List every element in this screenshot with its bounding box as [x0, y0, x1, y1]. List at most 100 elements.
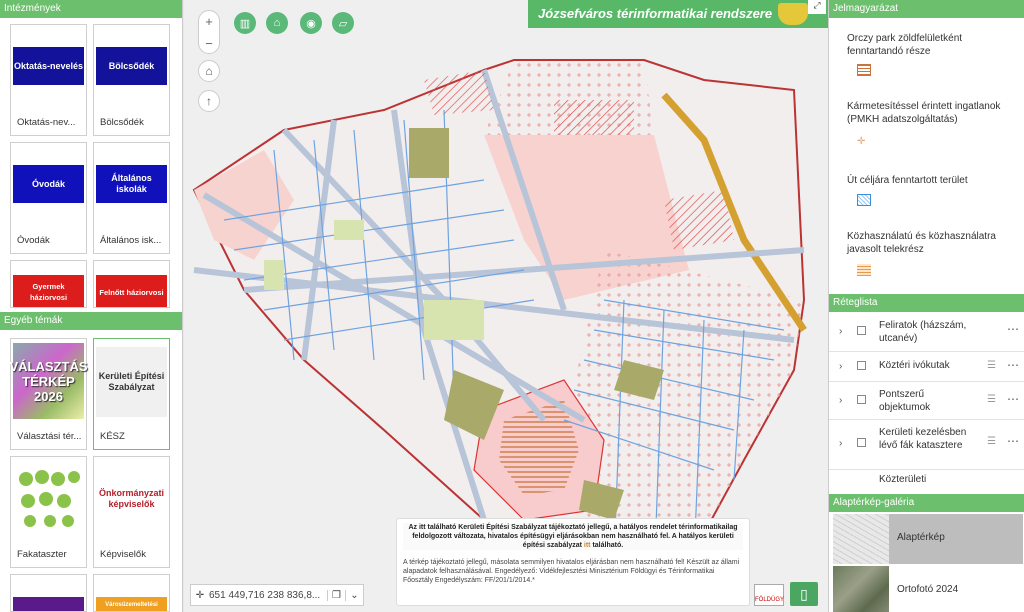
- map-zone: [664, 190, 734, 250]
- tile-purple[interactable]: [10, 574, 87, 612]
- tile-thumb: Általános iskolák: [96, 165, 167, 203]
- tile-valasztasi-terkep[interactable]: VÁLASZTÁS TÉRKÉP 2026 Választási tér...: [10, 338, 88, 450]
- home-tool-button[interactable]: ⌂: [266, 12, 288, 34]
- layer-label: Feliratok (házszám, utcanév): [879, 320, 967, 344]
- tile-altalanos-iskolak[interactable]: Általános iskolák Általános isk...: [93, 142, 170, 254]
- layer-row[interactable]: Közterületi: [829, 470, 1024, 490]
- tile-thumb: Bölcsődék: [96, 47, 167, 85]
- legend-symbol: [857, 264, 871, 276]
- more-options-icon[interactable]: ⋯: [1007, 322, 1019, 336]
- tile-thumb: Felnőtt háziorvosi: [96, 275, 167, 307]
- tile-bolcsodek[interactable]: Bölcsődék Bölcsődék: [93, 24, 170, 136]
- chevron-down-icon[interactable]: ⌄: [345, 589, 363, 601]
- tile-caption: Fakataszter: [17, 549, 67, 560]
- tile-oktatas[interactable]: Oktatás-nevelés Oktatás-nev...: [10, 24, 87, 136]
- other-topics-header: Egyéb témák: [0, 312, 182, 330]
- more-options-icon[interactable]: ⋯: [1007, 358, 1019, 372]
- disclaimer-text: A térkép tájékoztató jellegű, másolata s…: [403, 559, 740, 584]
- tile-fakataszter[interactable]: Fakataszter: [10, 456, 87, 568]
- copy-icon[interactable]: ❐: [327, 589, 345, 601]
- legend-symbol: [857, 194, 871, 206]
- legend-symbol: ✛: [857, 136, 866, 147]
- legend-list-icon[interactable]: ☰: [987, 394, 996, 405]
- legend-item-label: Közhasználatú és közhasználatra javasolt…: [847, 231, 996, 255]
- layer-checkbox[interactable]: [857, 438, 866, 447]
- basemap-item[interactable]: Ortofotó 2024: [833, 566, 1023, 612]
- chevron-right-icon[interactable]: ›: [839, 326, 842, 337]
- layer-label: Köztéri ivókutak: [879, 360, 950, 371]
- zoom-in-button[interactable]: +: [199, 11, 219, 33]
- app-root: Intézmények Oktatás-nevelés Oktatás-nev.…: [0, 0, 1024, 612]
- expand-button[interactable]: ⤢: [808, 0, 826, 14]
- tile-caption: Képviselők: [100, 549, 146, 560]
- ruler-icon: ▱: [338, 17, 348, 30]
- legend-item-label: Kármetesítéssel érintett ingatlanok (PMK…: [847, 101, 1001, 125]
- legend-item-label: Út céljára fenntartott terület: [847, 175, 968, 186]
- chevron-right-icon[interactable]: ›: [839, 438, 842, 449]
- book-button[interactable]: ▯: [790, 582, 818, 606]
- crosshair-icon[interactable]: ✛: [191, 590, 209, 601]
- map-pin-icon: ◉: [306, 17, 316, 30]
- map-zone: [424, 70, 494, 115]
- layer-checkbox[interactable]: [857, 361, 866, 370]
- basemap-thumb: [833, 514, 889, 564]
- layer-list-header: Réteglista: [829, 294, 1024, 312]
- layer-row[interactable]: › Pontszerű objektumok ☰ ⋯: [829, 382, 1024, 420]
- tile-caption: Oktatás-nev...: [17, 117, 76, 128]
- legend-list-icon[interactable]: ☰: [987, 436, 996, 447]
- map-view[interactable]: + − ⌂ ↑ ▥ ⌂ ◉ ▱ Józsefváros térinformati…: [184, 0, 828, 612]
- basemap-item[interactable]: Alaptérkép: [833, 514, 1023, 564]
- layer-list-panel: Réteglista › Feliratok (házszám, utcanév…: [829, 294, 1024, 490]
- layer-label: Kerületi kezelésben lévő fák katasztere: [879, 427, 967, 451]
- tile-ovodak[interactable]: Óvodák Óvodák: [10, 142, 87, 254]
- layer-label: Pontszerű objektumok: [879, 389, 931, 413]
- house-icon: ⌂: [273, 17, 281, 29]
- chevron-right-icon[interactable]: ›: [839, 361, 842, 372]
- layer-checkbox[interactable]: [857, 395, 866, 404]
- layer-row[interactable]: › Kerületi kezelésben lévő fák kataszter…: [829, 420, 1024, 470]
- layer-row[interactable]: › Köztéri ivókutak ☰ ⋯: [829, 352, 1024, 382]
- more-options-icon[interactable]: ⋯: [1007, 434, 1019, 448]
- coordinate-readout: ✛ 651 449,716 238 836,8... ❐ ⌄: [190, 584, 364, 606]
- basemap-label: Alaptérkép: [897, 532, 945, 543]
- home-icon: ⌂: [205, 64, 213, 78]
- tile-kepviselok[interactable]: Önkormányzati képviselők Képviselők: [93, 456, 170, 568]
- left-sidebar: Intézmények Oktatás-nevelés Oktatás-nev.…: [0, 0, 183, 612]
- zoom-out-button[interactable]: −: [199, 33, 219, 55]
- legend-header: Jelmagyarázat: [829, 0, 1024, 18]
- legend-symbol: [857, 64, 871, 76]
- measure-tool-button[interactable]: ▱: [332, 12, 354, 34]
- institutions-header: Intézmények: [0, 0, 182, 18]
- location-tool-button[interactable]: ◉: [300, 12, 322, 34]
- tile-thumb: Önkormányzati képviselők: [96, 471, 167, 527]
- trees-icon: [13, 465, 84, 535]
- compass-button[interactable]: ↑: [198, 90, 220, 112]
- disclaimer-kesz: Az itt található Kerületi Építési Szabál…: [403, 523, 743, 550]
- tile-thumb: Óvodák: [13, 165, 84, 203]
- gallery-header: Alaptérkép-galéria: [829, 494, 1024, 512]
- tile-felnott-haziorvos[interactable]: Felnőtt háziorvosi: [93, 260, 170, 308]
- tile-thumb: Oktatás-nevelés: [13, 47, 84, 85]
- app-title: Józsefváros térinformatikai rendszere: [538, 6, 773, 21]
- zoom-control: + −: [198, 10, 220, 54]
- layer-row[interactable]: › Feliratok (házszám, utcanév) ⋯: [829, 312, 1024, 352]
- chevron-right-icon[interactable]: ›: [839, 395, 842, 406]
- tile-caption: Választási tér...: [17, 431, 82, 442]
- tile-gyermek-haziorvos[interactable]: Gyermek háziorvosi: [10, 260, 87, 308]
- tile-thumb: [13, 597, 84, 611]
- more-options-icon[interactable]: ⋯: [1007, 392, 1019, 406]
- book-icon: ▯: [800, 586, 808, 602]
- layer-checkbox[interactable]: [857, 326, 866, 335]
- tile-thumb: Gyermek háziorvosi: [13, 275, 84, 307]
- home-button[interactable]: ⌂: [198, 60, 220, 82]
- institution-tool-button[interactable]: ▥: [234, 12, 256, 34]
- tile-caption: Általános isk...: [100, 235, 162, 246]
- basemap-gallery-panel: Alaptérkép-galéria Alaptérkép Ortofotó 2…: [829, 494, 1024, 612]
- legend-list-icon[interactable]: ☰: [987, 360, 996, 371]
- tile-thumb: Városüzemeltetési: [96, 597, 167, 611]
- other-topics-tiles: VÁLASZTÁS TÉRKÉP 2026 Választási tér... …: [0, 330, 182, 612]
- kesz-link[interactable]: itt: [584, 542, 591, 549]
- tile-kesz[interactable]: Kerületi Építési Szabályzat KÉSZ: [93, 338, 170, 450]
- tile-varosuzemeltetes[interactable]: Városüzemeltetési: [93, 574, 170, 612]
- tile-thumb: VÁLASZTÁS TÉRKÉP 2026: [10, 343, 88, 419]
